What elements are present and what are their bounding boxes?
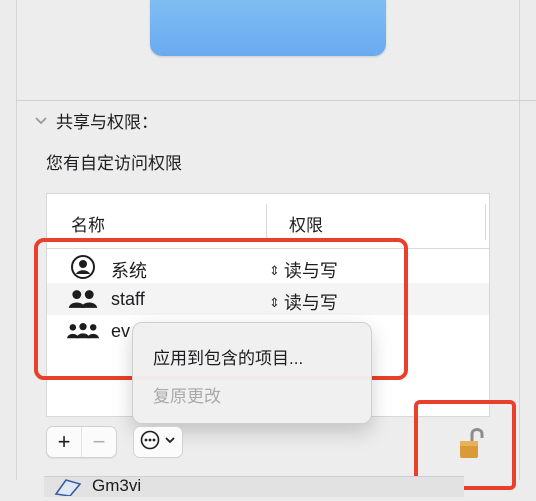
folder-preview-icon [150, 0, 386, 56]
bottom-filename: Gm3vi [92, 476, 142, 495]
document-icon [54, 474, 82, 497]
permissions-toolbar: + − [46, 426, 183, 458]
divider [16, 100, 536, 101]
remove-button[interactable]: − [81, 427, 116, 457]
revert-changes-menu-item: 复原更改 [153, 387, 221, 406]
column-separator [266, 204, 267, 240]
column-header-name[interactable]: 名称 [71, 211, 105, 236]
add-button[interactable]: + [47, 427, 81, 457]
context-menu: 应用到包含的项目... 复原更改 [132, 322, 372, 424]
column-header-privilege[interactable]: 权限 [289, 211, 323, 236]
section-title: 共享与权限： [56, 113, 158, 132]
chevron-down-icon[interactable] [34, 114, 48, 128]
apply-to-enclosed-items-menu-item[interactable]: 应用到包含的项目... [153, 344, 303, 369]
action-menu-button[interactable] [133, 426, 183, 458]
sharing-permissions-header[interactable]: 共享与权限： [34, 108, 158, 133]
column-separator [485, 204, 486, 240]
ellipsis-circle-icon [140, 430, 160, 455]
chevron-down-icon [164, 433, 176, 451]
custom-access-text: 您有自定访问权限 [46, 154, 182, 173]
add-remove-group: + − [46, 426, 117, 458]
